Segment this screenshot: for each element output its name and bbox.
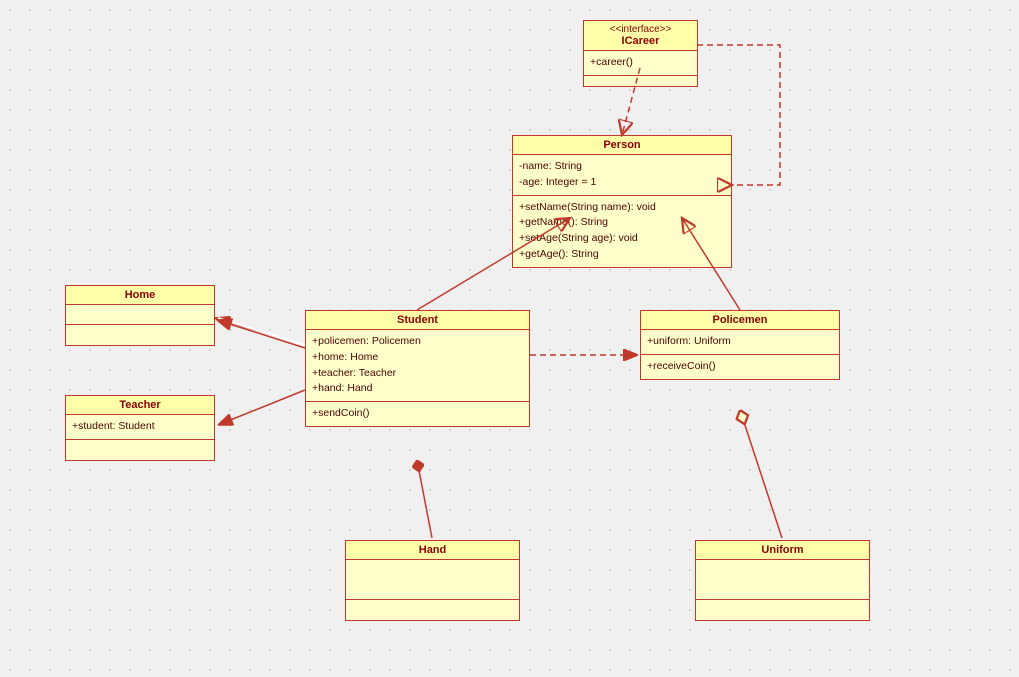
policemen-name: Policemen: [712, 314, 767, 326]
icareer-name: ICareer: [622, 35, 660, 47]
uniform-header: Uniform: [696, 541, 869, 560]
policemen-attrs: +uniform: Uniform: [641, 330, 839, 355]
policemen-header: Policemen: [641, 311, 839, 330]
icareer-class: <<interface>> ICareer +career(): [583, 20, 698, 87]
home-header: Home: [66, 286, 214, 305]
student-name: Student: [397, 314, 438, 326]
student-hand-composition: [417, 460, 432, 538]
student-class: Student +policemen: Policemen+home: Home…: [305, 310, 530, 427]
hand-class: Hand: [345, 540, 520, 621]
uniform-name: Uniform: [761, 544, 803, 556]
icareer-section-2: [584, 76, 697, 86]
person-methods: +setName(String name): void+getName(): S…: [513, 196, 731, 267]
home-class: Home: [65, 285, 215, 346]
policemen-uniform-aggregation: [740, 410, 782, 538]
person-name: Person: [603, 139, 640, 151]
student-attrs: +policemen: Policemen+home: Home+teacher…: [306, 330, 529, 402]
uniform-section-1: [696, 560, 869, 600]
hand-section-2: [346, 600, 519, 620]
icareer-section-1: +career(): [584, 51, 697, 76]
home-name: Home: [125, 289, 156, 301]
cover1: [218, 318, 305, 345]
person-attrs: -name: String-age: Integer = 1: [513, 155, 731, 196]
home-section-2: [66, 325, 214, 345]
student-header: Student: [306, 311, 529, 330]
home-section-1: [66, 305, 214, 325]
hand-name: Hand: [419, 544, 447, 556]
teacher-class: Teacher +student: Student: [65, 395, 215, 461]
person-class: Person -name: String-age: Integer = 1 +s…: [512, 135, 732, 268]
policemen-methods: +receiveCoin(): [641, 355, 839, 379]
teacher-header: Teacher: [66, 396, 214, 415]
student-teacher-assoc: [218, 390, 305, 425]
icareer-header: <<interface>> ICareer: [584, 21, 697, 51]
hand-header: Hand: [346, 541, 519, 560]
uniform-section-2: [696, 600, 869, 620]
person-header: Person: [513, 136, 731, 155]
student-home-assoc: [215, 318, 305, 345]
teacher-section-2: [66, 440, 214, 460]
teacher-name: Teacher: [119, 399, 160, 411]
student-methods: +sendCoin(): [306, 402, 529, 426]
policemen-class: Policemen +uniform: Uniform +receiveCoin…: [640, 310, 840, 380]
teacher-attrs: +student: Student: [66, 415, 214, 440]
hand-section-1: [346, 560, 519, 600]
uniform-class: Uniform: [695, 540, 870, 621]
icareer-stereotype: <<interface>>: [590, 24, 691, 35]
student-home-assoc2: [217, 320, 305, 348]
